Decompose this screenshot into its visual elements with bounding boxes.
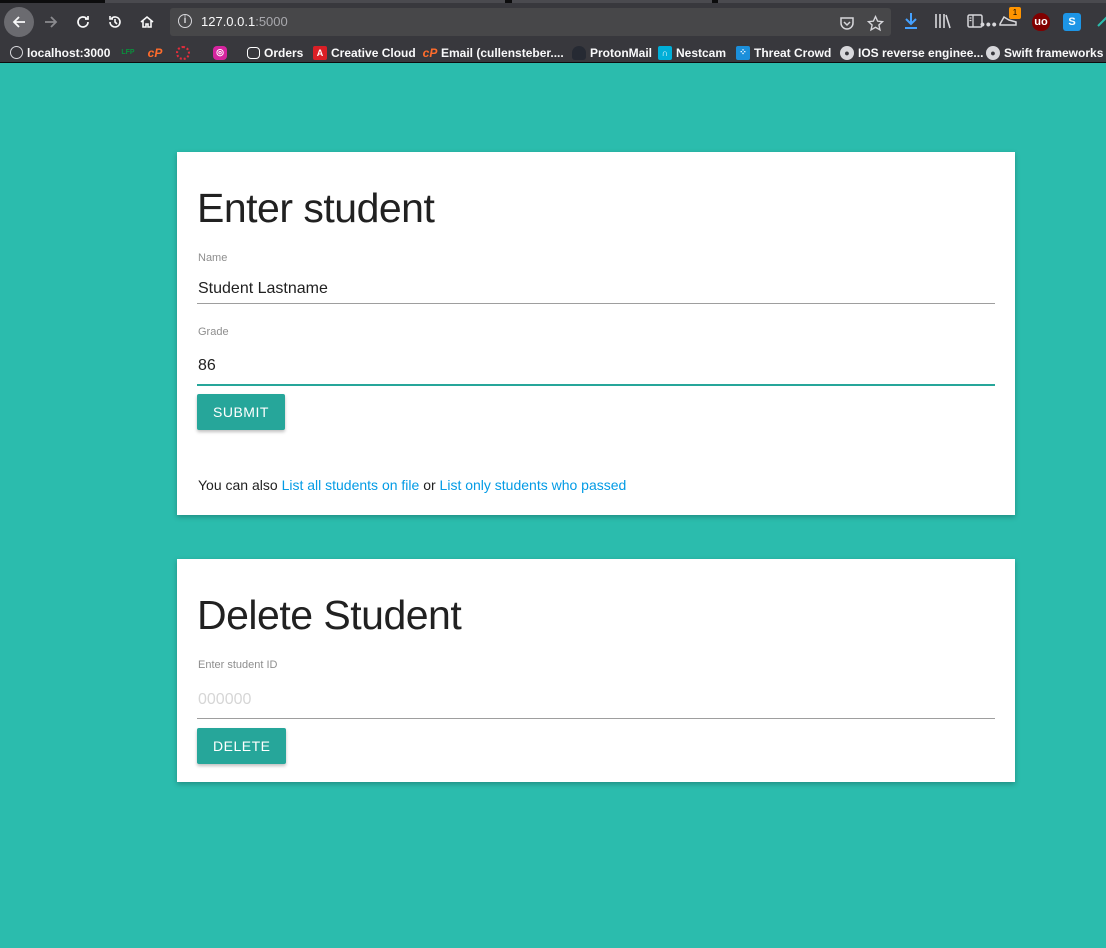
adobe-icon: A [313,45,327,60]
chat-bubble-icon [247,46,260,59]
bookmark-swift-frameworks[interactable]: ● Swift frameworks [986,44,1103,61]
list-passed-students-link[interactable]: List only students who passed [440,477,627,493]
cpanel-icon: cP [147,45,163,60]
extension-badge: 1 [1009,7,1021,19]
grade-label: Grade [198,326,229,338]
github-icon: ● [840,45,854,60]
bookmarks-bar: localhost:3000 LFP cP ◎ Orders A Creativ… [0,42,1106,63]
home-button[interactable] [133,8,161,36]
reload-button[interactable] [69,8,97,36]
submit-button[interactable]: SUBMIT [197,394,285,430]
list-all-students-link[interactable]: List all students on file [282,477,420,493]
reload-icon [77,16,89,28]
url-text[interactable]: 127.0.0.1:5000 [201,14,288,29]
list-links-text: You can also List all students on file o… [198,477,627,493]
forward-button[interactable] [37,8,65,36]
browser-toolbar: i 127.0.0.1:5000 ••• 1 uo S [0,0,1106,42]
name-field[interactable] [197,274,995,304]
bookmark-creative-cloud[interactable]: A Creative Cloud [313,44,416,61]
enter-student-title: Enter student [197,185,435,231]
bookmark-dotted[interactable] [176,44,190,61]
arrow-left-icon [12,16,25,28]
overflow-extension-icon[interactable] [1092,10,1106,32]
threatcrowd-icon: ⁘ [736,45,750,60]
bookmark-lfp[interactable]: LFP [119,44,137,61]
url-bar[interactable]: i 127.0.0.1:5000 ••• [170,8,997,36]
bookmark-orders[interactable]: Orders [247,44,303,61]
bookmark-threat-crowd[interactable]: ⁘ Threat Crowd [736,44,831,61]
lfp-icon: LFP [121,49,135,56]
enter-student-card: Enter student Name Grade SUBMIT You can … [177,152,1015,515]
arrow-right-icon [45,16,58,28]
bookmark-nestcam[interactable]: ∩ Nestcam [658,44,726,61]
pocket-icon[interactable] [836,12,858,34]
delete-button[interactable]: DELETE [197,728,287,764]
bookmark-localhost[interactable]: localhost:3000 [10,44,110,61]
name-label: Name [198,252,228,264]
globe-icon [10,46,23,59]
bookmark-cpanel[interactable]: cP [147,44,163,61]
bookmark-protonmail[interactable]: ProtonMail [572,44,652,61]
delete-student-card: Delete Student Enter student ID DELETE [177,559,1015,782]
student-id-label: Enter student ID [198,659,278,671]
downloads-icon[interactable] [900,10,922,32]
protonmail-icon [572,45,586,60]
bookmark-instagram[interactable]: ◎ [213,44,227,61]
instagram-icon: ◎ [213,45,227,60]
github-icon: ● [986,45,1000,60]
grade-field[interactable] [197,348,995,386]
history-icon [109,16,121,28]
s-extension-icon[interactable]: S [1063,13,1081,31]
bookmark-ios-reverse[interactable]: ● IOS reverse enginee... [840,44,983,61]
sidebar-icon[interactable] [964,10,986,32]
dotted-circle-icon [176,45,190,60]
ublock-icon[interactable]: uo [1032,13,1050,31]
bookmark-email[interactable]: cP Email (cullensteber.... [423,44,564,61]
student-id-field[interactable] [197,681,995,719]
site-info-icon[interactable]: i [178,14,192,28]
delete-student-title: Delete Student [197,592,462,638]
nest-icon: ∩ [658,45,672,60]
library-icon[interactable] [932,10,954,32]
back-button[interactable] [4,7,34,37]
tab-strip [0,0,1106,3]
history-button[interactable] [101,8,129,36]
cpanel-icon: cP [422,45,438,60]
bookmark-star-icon[interactable] [864,12,886,34]
home-icon [140,15,154,28]
